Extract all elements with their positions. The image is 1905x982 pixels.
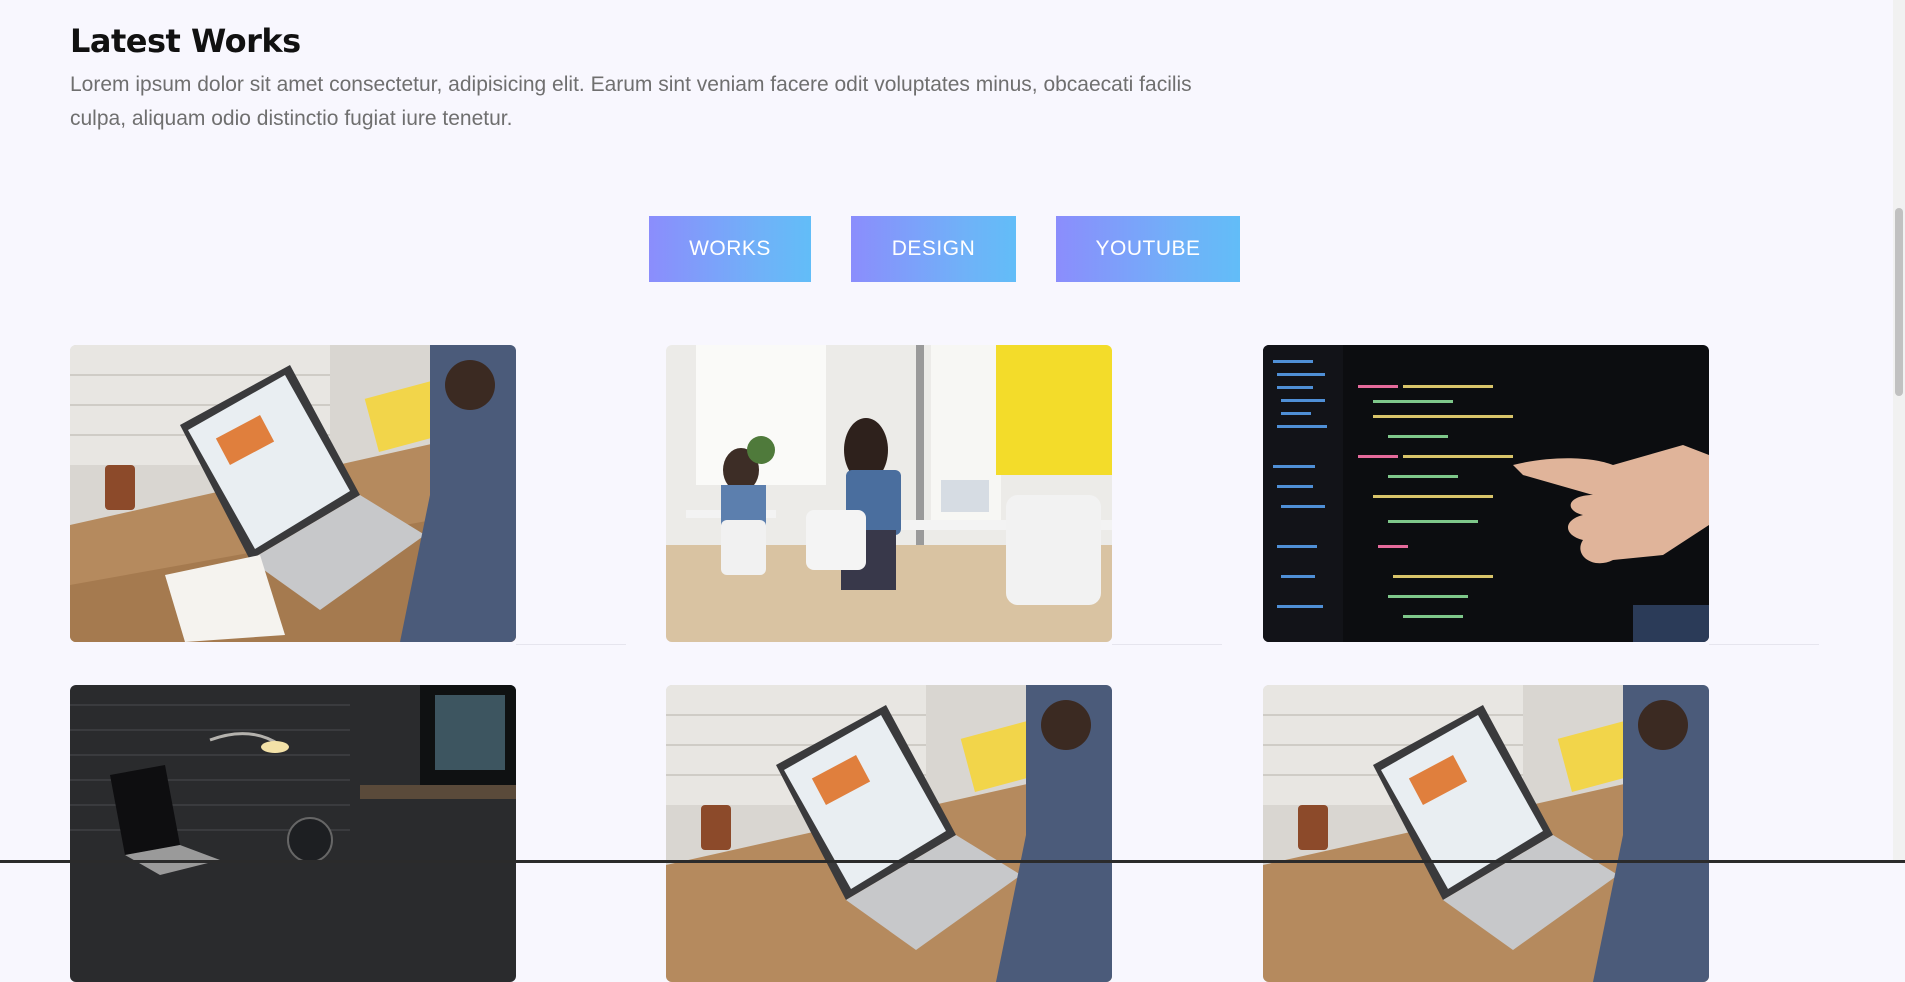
filter-design-button[interactable]: DESIGN — [851, 216, 1016, 282]
filter-works-button[interactable]: WORKS — [649, 216, 811, 282]
laptop-desk-photo — [666, 685, 1112, 982]
laptop-desk-photo — [70, 345, 516, 642]
card-divider — [1709, 644, 1819, 645]
work-card-laptop-desk-2[interactable] — [666, 685, 1112, 982]
scrollbar-thumb[interactable] — [1895, 208, 1903, 396]
office-women-photo — [666, 345, 1112, 642]
section-description: Lorem ipsum dolor sit amet consectetur, … — [70, 73, 1192, 130]
code-screen-photo — [1263, 345, 1709, 642]
dark-laptop-photo — [70, 685, 516, 982]
card-divider — [516, 644, 626, 645]
work-card-office[interactable] — [666, 345, 1112, 642]
work-card-dark-laptop[interactable] — [70, 685, 516, 982]
filter-buttons: WORKS DESIGN YOUTUBE — [0, 216, 1905, 282]
filter-youtube-button[interactable]: YOUTUBE — [1056, 216, 1240, 282]
work-card-laptop-desk[interactable] — [70, 345, 516, 642]
card-divider — [1112, 644, 1222, 645]
laptop-desk-photo — [1263, 685, 1709, 982]
work-card-code[interactable] — [1263, 345, 1709, 642]
section-title: Latest Works — [70, 22, 301, 60]
work-card-laptop-desk-3[interactable] — [1263, 685, 1709, 982]
scrollbar[interactable] — [1893, 0, 1905, 863]
